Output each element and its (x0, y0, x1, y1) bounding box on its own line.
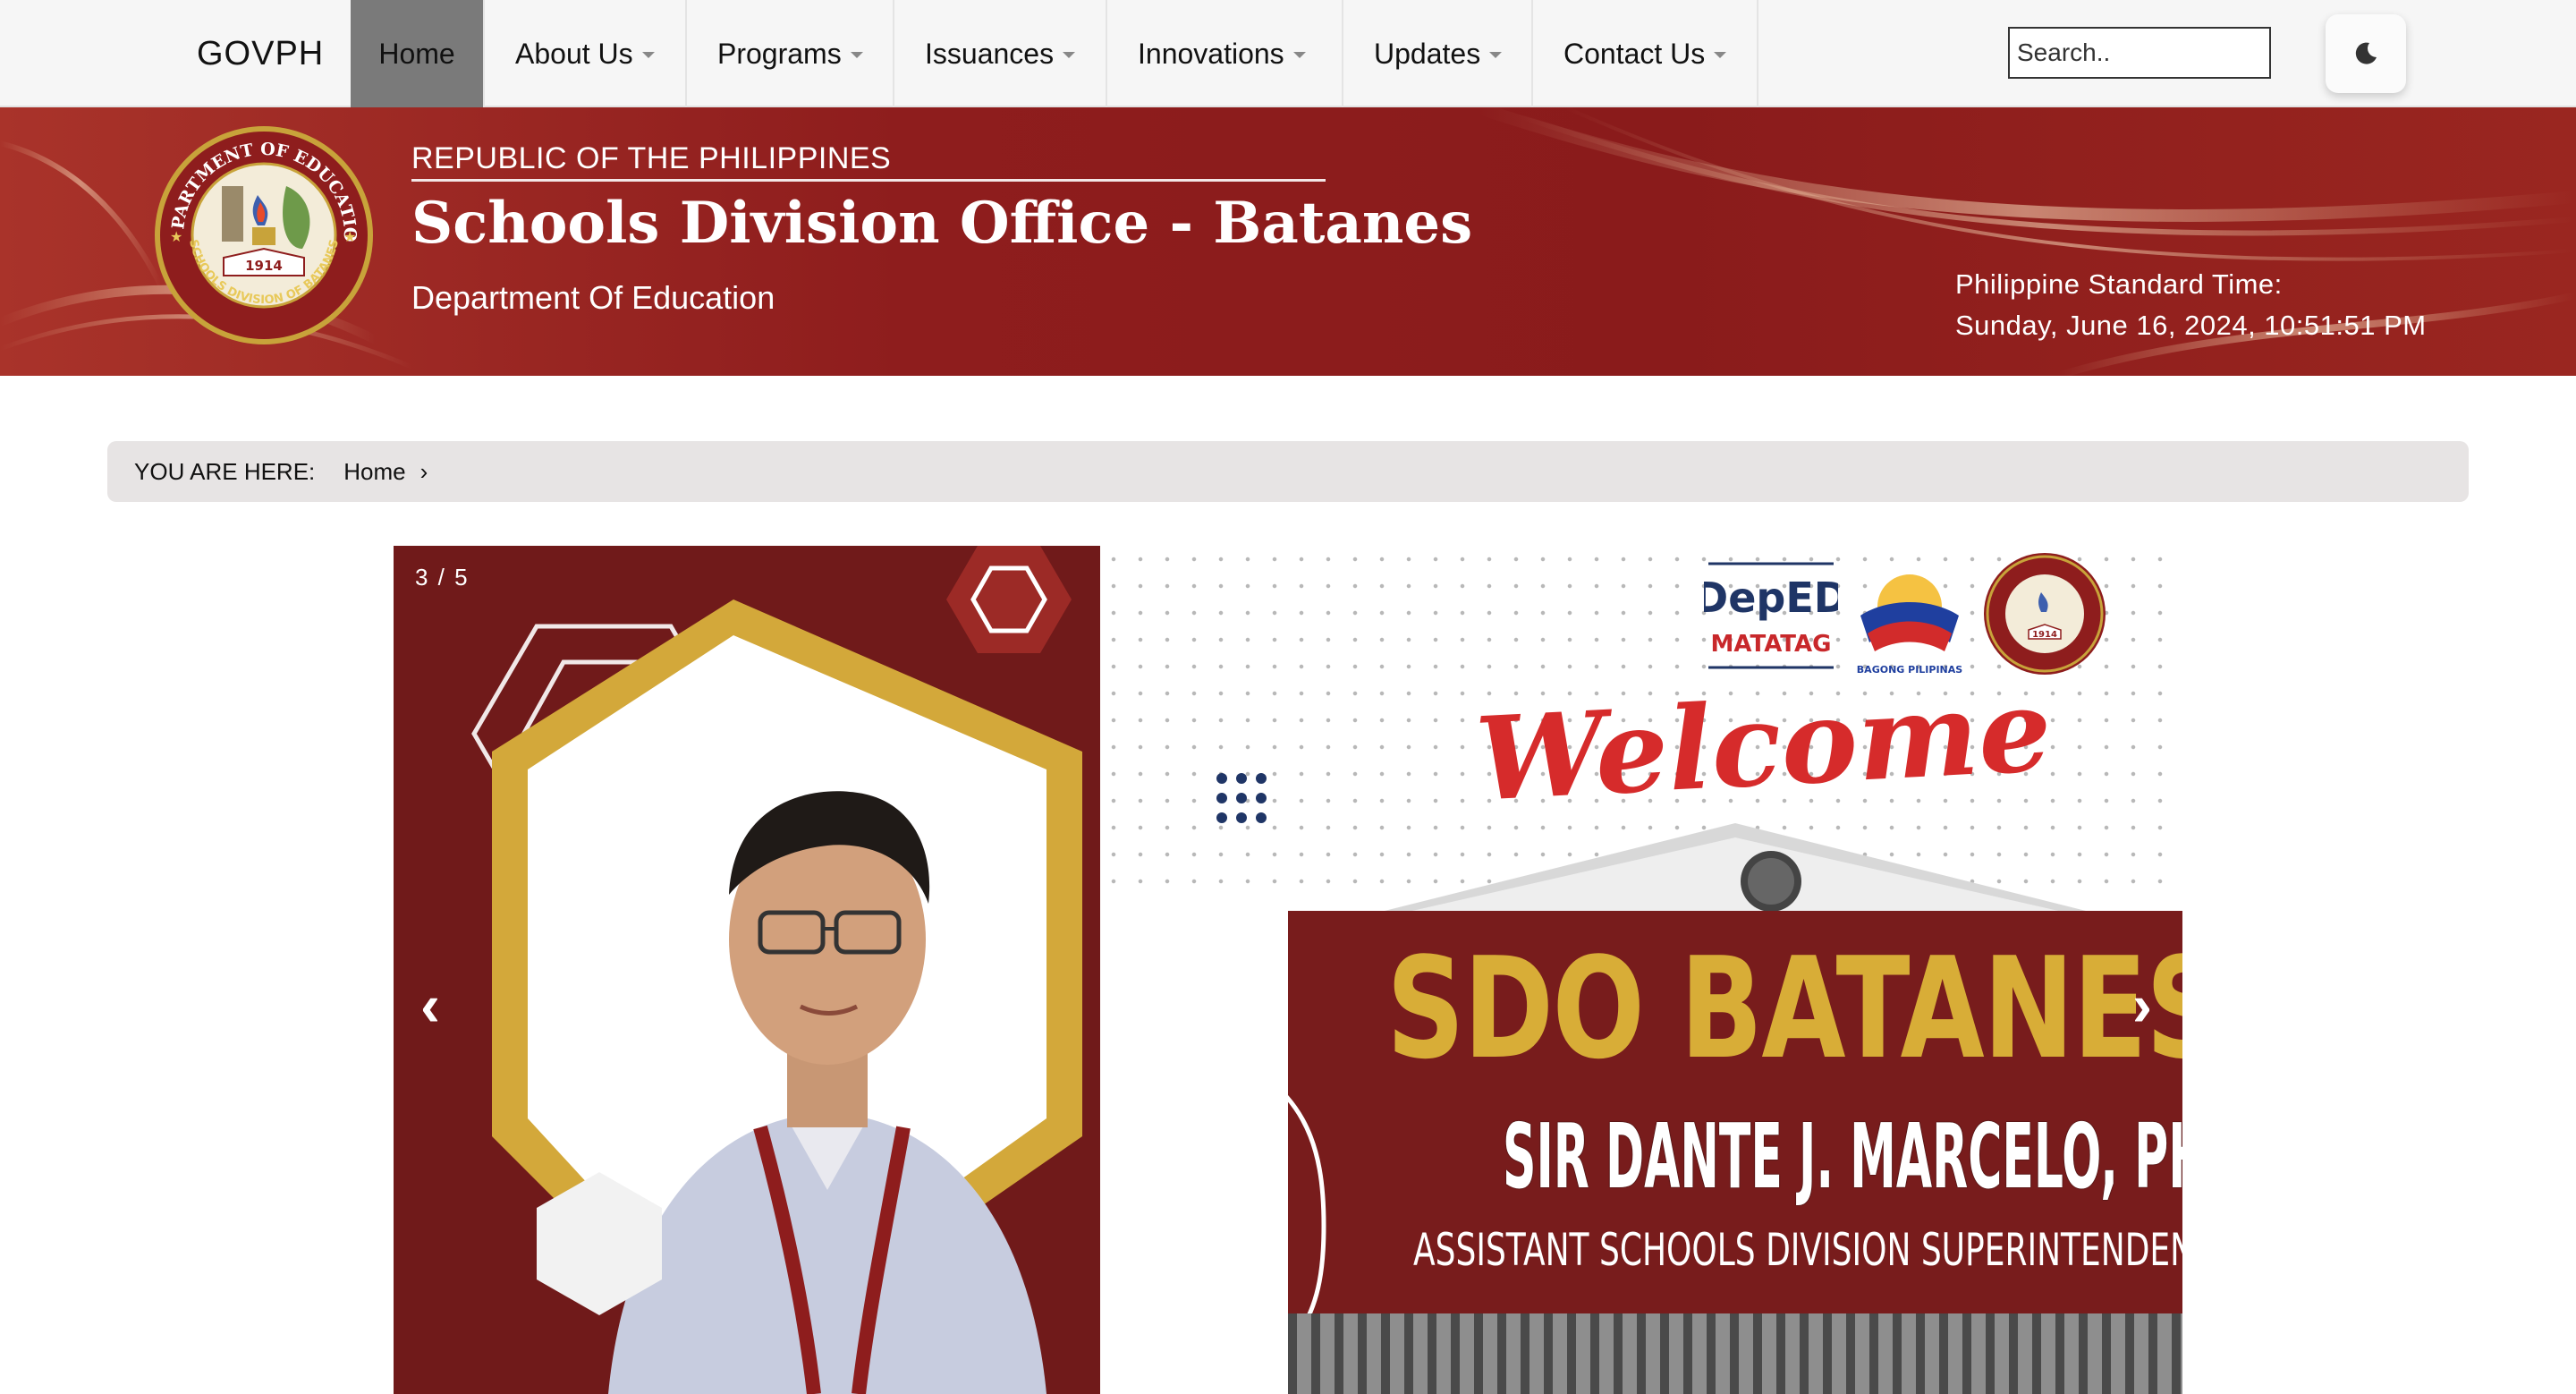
menu-item-label: Home (378, 38, 455, 70)
sdo-batanes-seal-logo: 1914 (1984, 553, 2106, 675)
slide-headline: SDO BATANES (1386, 927, 2182, 1090)
menu-item-innovations[interactable]: Innovations (1107, 0, 1343, 107)
site-title[interactable]: Schools Division Office - Batanes (411, 190, 1472, 257)
menu-item-label: About Us (515, 38, 633, 70)
menu-item-label: Innovations (1138, 38, 1284, 70)
menu-item-contact-us[interactable]: Contact Us (1533, 0, 1758, 107)
hexagon-badge-decoration (946, 546, 1072, 653)
govph-brand-link[interactable]: GOVPH (197, 0, 324, 107)
svg-text:1914: 1914 (245, 258, 283, 274)
svg-text:1914: 1914 (2032, 630, 2057, 640)
slide-person-role: ASSISTANT SCHOOLS DIVISION SUPERINTENDEN… (1413, 1224, 2182, 1276)
menu-item-programs[interactable]: Programs (687, 0, 894, 107)
dot-grid-decoration (1216, 773, 1267, 823)
breadcrumb: YOU ARE HERE: Home › (107, 441, 2469, 502)
pst-label: Philippine Standard Time: (1955, 268, 2283, 300)
menu-item-updates[interactable]: Updates (1343, 0, 1533, 107)
pst-clock: Sunday, June 16, 2024, 10:51:51 PM (1955, 310, 2427, 341)
menu-item-home[interactable]: Home (351, 0, 485, 107)
deped-matatag-logo: DepED MATATAG (1704, 562, 1838, 669)
carousel-prev-button[interactable]: ‹ (420, 975, 440, 1034)
caret-down-icon (850, 51, 863, 58)
search-input[interactable] (2008, 27, 2271, 79)
moon-icon (2355, 42, 2377, 64)
svg-text:★: ★ (343, 230, 356, 245)
building-photo-strip (1288, 1313, 2182, 1394)
hexagon-white-decoration (537, 1172, 662, 1315)
caret-down-icon (1292, 51, 1306, 58)
breadcrumb-home-link[interactable]: Home (343, 458, 405, 486)
menu-item-label: Programs (717, 38, 842, 70)
caret-down-icon (1489, 51, 1503, 58)
menu-item-about-us[interactable]: About Us (485, 0, 687, 107)
menu-item-issuances[interactable]: Issuances (894, 0, 1107, 107)
menu-item-label: Updates (1374, 38, 1481, 70)
menu-item-label: Contact Us (1563, 38, 1706, 70)
header-divider (411, 179, 1326, 182)
deped-seal-logo: DEPARTMENT OF EDUCATION SCHOOLS DIVISION… (152, 123, 373, 344)
main-menu: Home About Us Programs Issuances Innovat… (351, 0, 1758, 107)
caret-down-icon (1063, 51, 1076, 58)
header-kicker: REPUBLIC OF THE PHILIPPINES (411, 141, 892, 175)
chevron-right-icon: › (419, 457, 428, 485)
hero-carousel: DepED MATATAG BAGONG PILIPINAS 1914 Welc… (394, 546, 2182, 1394)
site-subtitle: Department Of Education (411, 279, 775, 316)
svg-text:★: ★ (170, 230, 182, 245)
top-navbar: GOVPH Home About Us Programs Issuances I… (0, 0, 2576, 107)
caret-down-icon (1714, 51, 1727, 58)
site-header-banner: DEPARTMENT OF EDUCATION SCHOOLS DIVISION… (0, 107, 2576, 376)
slide-person-name: SIR DANTE J. MARCELO, PHD, CESO VI (1503, 1104, 2182, 1209)
building-roof-decoration (1377, 823, 2093, 913)
slide-counter: 3 / 5 (415, 564, 470, 591)
svg-text:MATATAG: MATATAG (1711, 631, 1832, 658)
breadcrumb-label: YOU ARE HERE: (134, 457, 316, 485)
carousel-next-button[interactable]: › (2132, 975, 2152, 1034)
theme-toggle-button[interactable] (2326, 14, 2406, 93)
bagong-pilipinas-logo: BAGONG PILIPINAS (1857, 574, 1962, 676)
caret-down-icon (641, 51, 655, 58)
svg-text:DepED: DepED (1704, 574, 1838, 622)
menu-item-label: Issuances (925, 38, 1055, 70)
